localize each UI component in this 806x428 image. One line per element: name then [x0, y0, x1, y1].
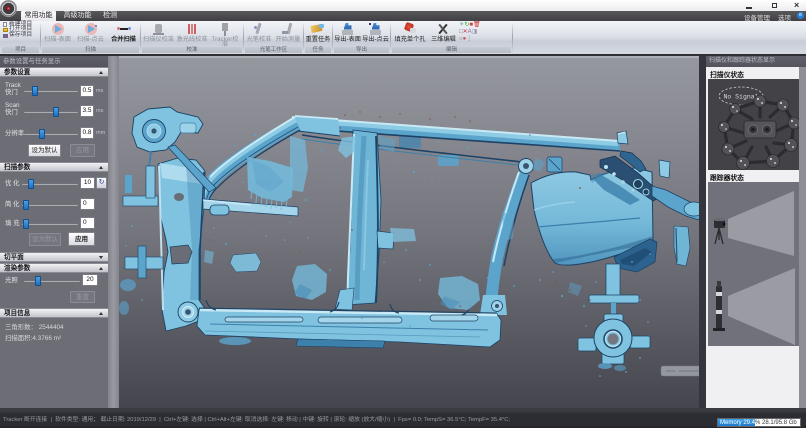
svg-text:No Signal: No Signal: [723, 94, 758, 101]
